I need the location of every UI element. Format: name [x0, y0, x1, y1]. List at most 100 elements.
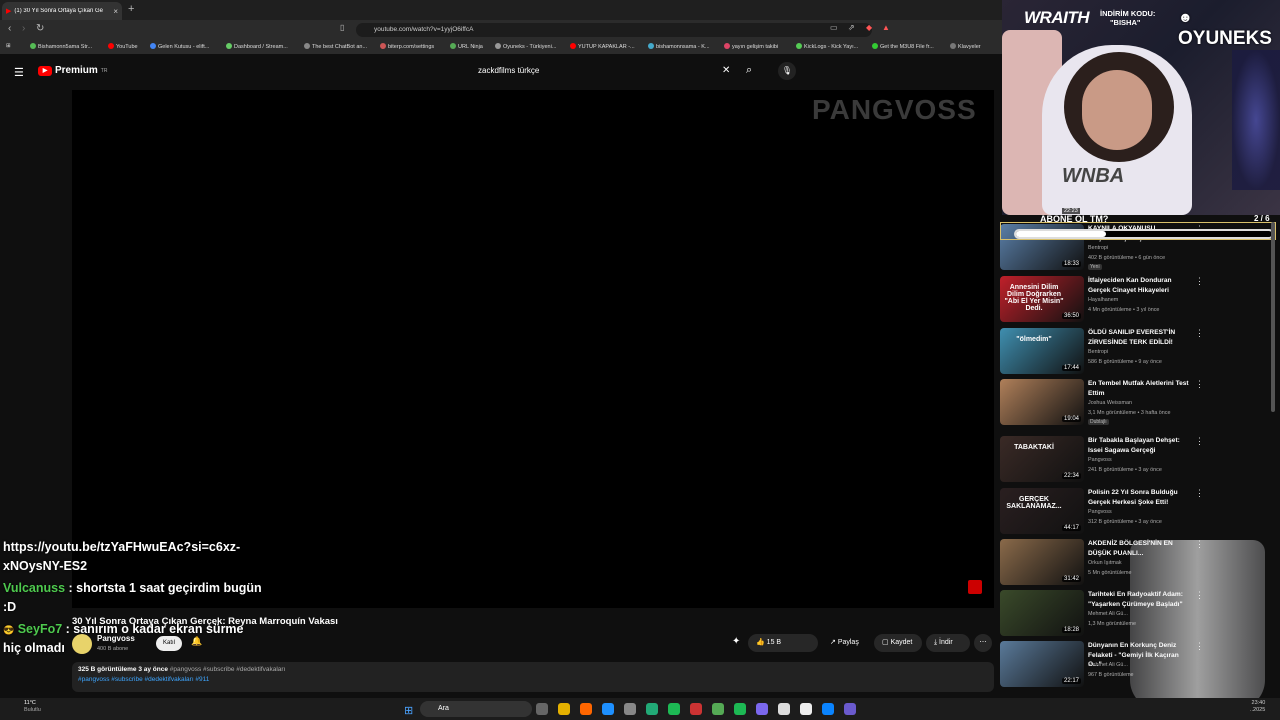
url-field[interactable]: youtube.com/watch?v=1yyjO6iffcA [356, 23, 872, 37]
menu-icon[interactable]: ☰ [14, 66, 24, 79]
recommendation-thumbnail[interactable]: 31:42 [1000, 539, 1084, 585]
recommendation-thumbnail[interactable]: TABAKTAKİ 22:34 [1000, 436, 1084, 482]
browser-tab[interactable]: ▶ (1) 30 Yıl Sonra Ortaya Çıkan Ge × [2, 2, 122, 20]
bookmark-item[interactable]: The best ChatBot an... [304, 43, 367, 50]
taskbar-app-icon[interactable] [602, 703, 614, 715]
rewards-icon[interactable]: ▲ [882, 23, 890, 32]
bookmark-item[interactable]: Oyuneks - Türkiyeni... [495, 43, 556, 50]
like-button[interactable]: 👍 15 B [748, 634, 818, 652]
bookmark-item[interactable]: KickLogs - Kick Yayı... [796, 43, 858, 50]
join-button[interactable]: Katıl [156, 636, 182, 651]
taskbar-app-icon[interactable] [756, 703, 768, 715]
cast-icon[interactable]: ▭ [830, 23, 838, 32]
sidebar-scrollbar[interactable] [1271, 222, 1275, 412]
bookmark-item[interactable]: URL Ninja [450, 43, 483, 50]
recommendation-title[interactable]: En Tembel Mutfak Aletlerini Test Ettim [1088, 379, 1190, 398]
new-tab-icon[interactable]: + [128, 3, 134, 15]
recommendation-item[interactable]: GERÇEK SAKLANAMAZ... 44:17 Polisin 22 Yıl … [1000, 488, 1270, 538]
gift-icon[interactable]: ✦ [732, 636, 740, 647]
recommendation-channel[interactable]: Pangvoss [1088, 509, 1112, 515]
recommendation-title[interactable]: İtfaiyeciden Kan Donduran Gerçek Cinayet… [1088, 276, 1190, 295]
recommendation-channel[interactable]: Mehmet Ali Gü... [1088, 662, 1128, 668]
taskbar-app-icon[interactable] [536, 703, 548, 715]
taskbar-search[interactable]: Ara [420, 701, 532, 717]
more-actions-icon[interactable]: ⋯ [974, 634, 992, 652]
windows-start-icon[interactable]: ⊞ [404, 704, 413, 717]
bookmark-item[interactable]: Gelen Kutusu - elift... [150, 43, 209, 50]
taskbar-app-icon[interactable] [822, 703, 834, 715]
bookmark-item[interactable]: Bishamonn5ama Str... [30, 43, 92, 50]
taskbar-app-icon[interactable] [668, 703, 680, 715]
bookmark-item[interactable]: Dashboard / Stream... [226, 43, 288, 50]
recommendation-item[interactable]: Annesini Dilim Dilim Doğrarken "Abi El Y… [1000, 276, 1270, 326]
weather-widget[interactable]: 11°C Bulutlu [24, 700, 41, 714]
video-player[interactable] [72, 90, 994, 608]
recommendation-channel[interactable]: Joshua Weissman [1088, 400, 1132, 406]
recommendation-item[interactable]: 19:04 En Tembel Mutfak Aletlerini Test Et… [1000, 379, 1270, 429]
mic-icon[interactable]: 🎙 [778, 62, 796, 80]
forward-icon[interactable]: › [22, 23, 25, 34]
channel-avatar[interactable] [72, 634, 92, 654]
apps-icon[interactable]: ⊞ [6, 43, 11, 49]
taskbar-app-icon[interactable] [624, 703, 636, 715]
recommendation-thumbnail[interactable]: Annesini Dilim Dilim Doğrarken "Abi El Y… [1000, 276, 1084, 322]
recommendation-channel[interactable]: Orkun Işıtmak [1088, 560, 1122, 566]
recommendation-thumbnail[interactable]: GERÇEK SAKLANAMAZ... 44:17 [1000, 488, 1084, 534]
more-options-icon[interactable]: ⋮ [1195, 276, 1204, 287]
recommendation-item[interactable]: TABAKTAKİ 22:34 Bir Tabakla Başlayan Dehşe… [1000, 436, 1270, 486]
recommendation-channel[interactable]: Pangvoss [1088, 457, 1112, 463]
download-button[interactable]: ⤓ İndir [926, 634, 970, 652]
bookmark-item[interactable]: Klavyeler [950, 43, 981, 50]
recommendation-channel[interactable]: Bentropi [1088, 349, 1108, 355]
taskbar-app-icon[interactable] [646, 703, 658, 715]
search-icon[interactable]: ⌕ [746, 64, 752, 77]
recommendation-channel[interactable]: Bentropi [1088, 245, 1108, 251]
background-light [1232, 50, 1280, 190]
taskbar-app-icon[interactable] [558, 703, 570, 715]
hashtags[interactable]: #pangvoss #subscribe #dedektifvakaları #… [78, 676, 988, 683]
taskbar-clock[interactable]: 23:40 ..2025 [1250, 700, 1265, 714]
bookmark-item[interactable]: bishamonnsama - K... [648, 43, 710, 50]
bookmark-item[interactable]: Get the M3U8 File fr... [872, 43, 934, 50]
share-icon[interactable]: ⇗ [848, 23, 855, 32]
close-tab-icon[interactable]: × [113, 7, 118, 16]
reload-icon[interactable]: ↻ [36, 23, 44, 34]
bookmark-icon[interactable]: ▯ [340, 23, 344, 32]
more-options-icon[interactable]: ⋮ [1195, 488, 1204, 499]
recommendation-title[interactable]: ÖLDÜ SANILIP EVEREST'İN ZİRVESİNDE TERK … [1088, 328, 1190, 347]
brave-shield-icon[interactable]: ◆ [866, 23, 872, 32]
recommendation-title[interactable]: Bir Tabakla Başlayan Dehşet: Issei Sagaw… [1088, 436, 1190, 455]
more-options-icon[interactable]: ⋮ [1195, 379, 1204, 390]
taskbar-app-icon[interactable] [844, 703, 856, 715]
bookmark-item[interactable]: YouTube [108, 43, 138, 50]
recommendation-channel[interactable]: Hayalhanem [1088, 297, 1118, 303]
recommendation-thumbnail[interactable]: 22:17 [1000, 641, 1084, 687]
recommendation-title[interactable]: Polisin 22 Yıl Sonra Bulduğu Gerçek Herk… [1088, 488, 1190, 507]
more-options-icon[interactable]: ⋮ [1195, 436, 1204, 447]
recommendation-channel[interactable]: Mehmet Ali Gü... [1088, 611, 1128, 617]
recommendation-thumbnail[interactable]: "ölmedim" 17:44 [1000, 328, 1084, 374]
back-icon[interactable]: ‹ [8, 23, 11, 34]
taskbar-app-icon[interactable] [778, 703, 790, 715]
bookmark-item[interactable]: YUTUP KAPAKLAR -... [570, 43, 635, 50]
taskbar-app-icon[interactable] [580, 703, 592, 715]
recommendation-item[interactable]: "ölmedim" 17:44 ÖLDÜ SANILIP EVEREST'İN Zİ… [1000, 328, 1270, 378]
taskbar-app-icon[interactable] [800, 703, 812, 715]
recommendation-badge: Yeni [1088, 264, 1102, 270]
taskbar-app-icon[interactable] [712, 703, 724, 715]
youtube-logo[interactable]: ▶ Premium TR [38, 65, 107, 76]
recommendation-thumbnail[interactable]: 18:28 [1000, 590, 1084, 636]
bookmark-item[interactable]: biterp.com/settings [380, 43, 434, 50]
notification-bell-icon[interactable]: 🔔 [191, 636, 202, 647]
taskbar-app-icon[interactable] [690, 703, 702, 715]
recommendation-thumbnail[interactable]: 19:04 [1000, 379, 1084, 425]
subscribe-watermark-icon[interactable] [968, 580, 982, 594]
description-box[interactable]: 325 B görüntüleme 3 ay önce #pangvoss #s… [72, 662, 994, 692]
clear-search-icon[interactable]: ✕ [722, 65, 730, 76]
taskbar-app-icon[interactable] [734, 703, 746, 715]
bookmark-item[interactable]: yayın gelişim takibi [724, 43, 778, 50]
save-button[interactable]: ▢ Kaydet [874, 634, 922, 652]
more-options-icon[interactable]: ⋮ [1195, 328, 1204, 339]
duration-badge: 18:33 [1061, 261, 1081, 267]
channel-name[interactable]: Pangvoss [97, 634, 135, 643]
